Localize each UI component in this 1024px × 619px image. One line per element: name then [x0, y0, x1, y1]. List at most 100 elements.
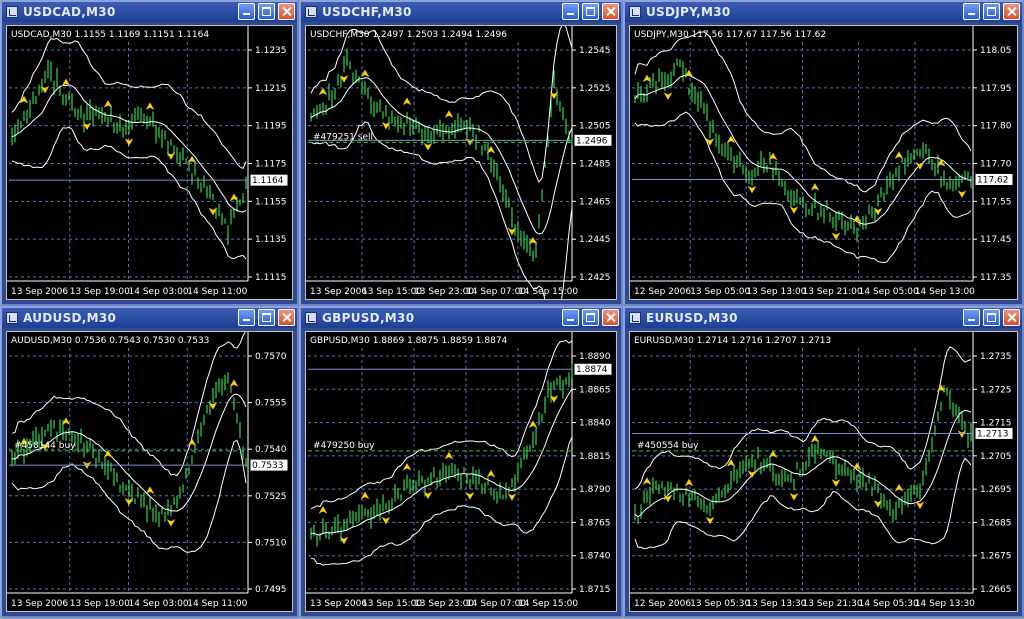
close-button[interactable] — [1003, 309, 1020, 326]
price-tick-label: 0.7555 — [255, 399, 287, 409]
chart-canvas[interactable]: 1.8890 1.8865 1.8840 1.8815 1.8790 1.8765 1.87… — [305, 331, 617, 612]
chart-window-icon[interactable] — [305, 312, 317, 324]
price-tick-label: 117.80 — [980, 122, 1012, 132]
minimize-button[interactable] — [238, 309, 255, 326]
fractal-arrow-icon — [187, 438, 197, 447]
chart-window-icon[interactable] — [305, 6, 317, 18]
chart-window-usdcad[interactable]: USDCAD,M30 1.1235 1.1215 1.1195 1.1175 1.115… — [0, 0, 299, 306]
maximize-icon — [586, 313, 595, 322]
fractal-arrow-icon — [145, 102, 155, 111]
fractal-arrow-icon — [747, 470, 757, 479]
close-button[interactable] — [1003, 3, 1020, 20]
chart-canvas[interactable]: 1.2735 1.2725 1.2715 1.2705 1.2695 1.2685 1.26… — [629, 331, 1018, 612]
price-tick-label: 0.7570 — [255, 352, 287, 362]
window-title: EURUSD,M30 — [646, 311, 738, 325]
minimize-button[interactable] — [963, 3, 980, 20]
fractal-arrow-icon — [810, 182, 820, 191]
chart-window-usdjpy[interactable]: USDJPY,M30 118.05 117.95 117.80 117.70 117.5… — [623, 0, 1024, 306]
price-chart[interactable]: 0.7570 0.7555 0.7540 0.7525 0.7510 0.7495 13 S… — [7, 332, 292, 611]
price-chart[interactable]: 1.8890 1.8865 1.8840 1.8815 1.8790 1.8765 1.87… — [306, 332, 616, 611]
time-tick-label: 14 Sep 11:00 — [187, 287, 247, 297]
minimize-button[interactable] — [562, 3, 579, 20]
fractal-arrow-icon — [894, 483, 904, 492]
fractal-arrow-icon — [229, 379, 239, 388]
title-bar[interactable]: GBPUSD,M30 — [301, 308, 621, 328]
maximize-button[interactable] — [983, 309, 1000, 326]
maximize-button[interactable] — [258, 309, 275, 326]
price-tick-label: 1.2445 — [579, 235, 611, 245]
close-icon — [603, 4, 618, 19]
chart-window-eurusd[interactable]: EURUSD,M30 1.2735 1.2725 1.2715 1.2705 1.269… — [623, 306, 1024, 618]
minimize-button[interactable] — [238, 3, 255, 20]
maximize-icon — [586, 7, 595, 16]
fractal-arrow-icon — [318, 505, 328, 514]
maximize-icon — [987, 7, 996, 16]
close-button[interactable] — [278, 3, 295, 20]
fractal-arrow-icon — [747, 185, 757, 194]
price-chart[interactable]: 118.05 117.95 117.80 117.70 117.55 117.45 117.… — [630, 26, 1017, 299]
fractal-arrow-icon — [145, 486, 155, 495]
minimize-button[interactable] — [562, 309, 579, 326]
fractal-arrow-icon — [444, 109, 454, 119]
chart-canvas[interactable]: 0.7570 0.7555 0.7540 0.7525 0.7510 0.7495 13 S… — [6, 331, 293, 612]
time-tick-label: 13 Sep 2006 — [310, 287, 367, 297]
band-middle — [310, 77, 573, 235]
time-tick-label: 14 Sep 03:00 — [129, 599, 189, 609]
chart-window-icon[interactable] — [6, 6, 18, 18]
price-tick-label: 1.1215 — [255, 84, 287, 94]
chart-canvas[interactable]: 1.2545 1.2525 1.2505 1.2485 1.2465 1.2445 1.24… — [305, 25, 617, 300]
close-icon — [1004, 310, 1019, 325]
title-bar[interactable]: USDCHF,M30 — [301, 2, 621, 22]
time-tick-label: 13 Sep 05:30 — [690, 599, 750, 609]
time-tick-label: 13 Sep 2006 — [11, 599, 68, 609]
price-tick-label: 1.8790 — [579, 485, 611, 495]
time-tick-label: 14 Sep 03:00 — [129, 287, 189, 297]
price-tick-label: 117.95 — [980, 84, 1012, 94]
time-tick-label: 14 Sep 15:00 — [518, 287, 578, 297]
close-button[interactable] — [278, 309, 295, 326]
fractal-arrow-icon — [166, 518, 176, 527]
fractal-arrow-icon — [705, 516, 715, 525]
price-chart[interactable]: 1.1235 1.1215 1.1195 1.1175 1.1155 1.1135 1.11… — [7, 26, 292, 299]
close-button[interactable] — [602, 3, 619, 20]
price-chart[interactable]: 1.2545 1.2525 1.2505 1.2485 1.2465 1.2445 1.24… — [306, 26, 616, 299]
title-bar[interactable]: EURUSD,M30 — [625, 308, 1022, 328]
minimize-button[interactable] — [963, 309, 980, 326]
price-tick-label: 1.2705 — [980, 452, 1012, 462]
price-tick-label: 1.8865 — [579, 385, 611, 395]
price-tick-label: 1.2695 — [980, 485, 1012, 495]
price-tick-label: 1.2485 — [579, 160, 611, 170]
price-tick-label: 1.2685 — [980, 518, 1012, 528]
fractal-arrow-icon — [61, 78, 71, 87]
fractal-arrow-icon — [465, 491, 475, 500]
maximize-button[interactable] — [582, 309, 599, 326]
time-tick-label: 13 Sep 19:00 — [70, 287, 130, 297]
close-icon — [1004, 4, 1019, 19]
maximize-button[interactable] — [983, 3, 1000, 20]
maximize-icon — [262, 313, 271, 322]
price-tick-label: 1.2465 — [579, 197, 611, 207]
fractal-arrow-icon — [507, 492, 517, 502]
chart-window-usdchf[interactable]: USDCHF,M30 1.2545 1.2525 1.2505 1.2485 1.246… — [299, 0, 623, 306]
chart-canvas[interactable]: 1.1235 1.1215 1.1195 1.1175 1.1155 1.1135 1.11… — [6, 25, 293, 300]
maximize-button[interactable] — [258, 3, 275, 20]
chart-canvas[interactable]: 118.05 117.95 117.80 117.70 117.55 117.45 117.… — [629, 25, 1018, 300]
maximize-button[interactable] — [582, 3, 599, 20]
price-tick-label: 117.45 — [980, 235, 1012, 245]
ohlc-header: USDCHF,M30 1.2497 1.2503 1.2494 1.2496 — [310, 30, 507, 40]
chart-window-gbpusd[interactable]: GBPUSD,M30 1.8890 1.8865 1.8840 1.8815 1.879… — [299, 306, 623, 618]
fractal-markers — [318, 394, 559, 545]
title-bar[interactable]: AUDUSD,M30 — [2, 308, 297, 328]
title-bar[interactable]: USDCAD,M30 — [2, 2, 297, 22]
chart-window-icon[interactable] — [6, 312, 18, 324]
title-bar[interactable]: USDJPY,M30 — [625, 2, 1022, 22]
chart-window-audusd[interactable]: AUDUSD,M30 0.7570 0.7555 0.7540 0.7525 0.751… — [0, 306, 299, 618]
price-tick-label: 1.2425 — [579, 273, 611, 283]
close-button[interactable] — [602, 309, 619, 326]
chart-window-icon[interactable] — [629, 312, 641, 324]
fractal-arrow-icon — [528, 420, 538, 429]
price-chart[interactable]: 1.27351.27251.27151.27051.26951.26851.26… — [630, 332, 1017, 611]
chart-window-icon[interactable] — [629, 6, 641, 18]
time-tick-label: 12 Sep 2006 — [634, 287, 691, 297]
order-label: #479251 sell — [313, 132, 373, 142]
